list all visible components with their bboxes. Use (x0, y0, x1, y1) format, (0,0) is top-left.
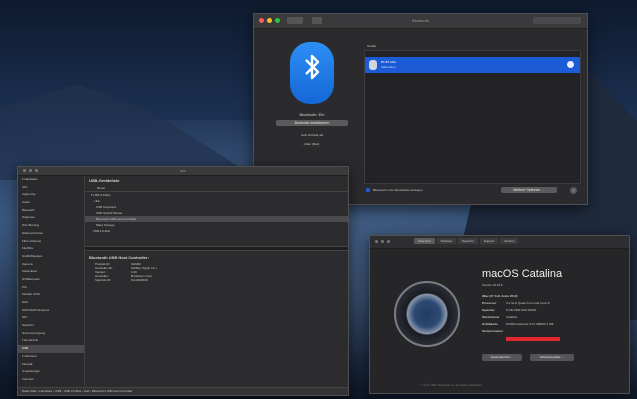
spec-row: Prozessor 3,2 GHz Quad-Core Intel Core i5 (482, 301, 553, 308)
spec-list: iMac (27 Zoll, Ende 2012) Prozessor 3,2 GH… (482, 294, 553, 336)
sidebar-item[interactable]: SATA/SATA Express (18, 307, 84, 315)
bluetooth-toggle-button[interactable]: Bluetooth deaktivieren (276, 120, 348, 126)
device-name: BT-BT-Max (381, 60, 397, 64)
wallpaper-rock (0, 84, 260, 180)
sidebar-item[interactable]: Grafik/Displays (18, 253, 84, 261)
spec-key: Prozessor (482, 301, 497, 305)
spec-row: Seriennummer (482, 329, 553, 336)
spec-key: iMac (27 Zoll, Ende 2012) (482, 294, 518, 298)
spec-value: Catalina (506, 315, 518, 319)
spec-key: Grafikkarte (482, 322, 498, 326)
tab-2[interactable]: Speicher (458, 238, 478, 244)
sidebar-item[interactable]: Kartenleser (18, 268, 84, 276)
detail-row: Standort-ID: 0x14300000 (95, 278, 348, 282)
breadcrumb-text: Daten-Mac › Hardware › USB › USB 3.0-Bus… (22, 389, 133, 393)
sidebar-item[interactable]: NVMExpress (18, 276, 84, 284)
sidebar-item[interactable]: Disc Burning (18, 222, 84, 230)
copyright-footer: ™ und © 1983–2019 Apple Inc. Alle Rechte… (420, 384, 483, 387)
tab-0[interactable]: Übersicht (414, 238, 435, 244)
device-list[interactable]: BT-BT-Max Verbunden (364, 50, 581, 184)
menubar-checkbox[interactable] (366, 188, 370, 192)
zoom-button[interactable] (387, 240, 390, 243)
tree-header: USB-Geräteliste (89, 178, 120, 183)
device-status: Verbunden (381, 65, 396, 69)
detail-value: 0x14300000 (131, 278, 148, 282)
spec-value: 3,2 GHz Quad-Core Intel Core i5 (506, 301, 550, 305)
sidebar-item[interactable]: ▾ Netzwerk (18, 353, 84, 361)
sidebar-item[interactable]: Diagnose (18, 214, 84, 222)
sidebar-item[interactable]: Ethernet-Karten (18, 230, 84, 238)
show-in-menubar-label: Bluetooth in der Menüleiste anzeigen (373, 188, 423, 192)
discoverable-name: „iMac (Max)“ (303, 142, 321, 146)
sidebar-item[interactable]: Volumes (18, 376, 84, 384)
spec-value: 8 GB 1600 MHz DDR3 (506, 308, 537, 312)
spec-row: iMac (27 Zoll, Ende 2012) (482, 294, 553, 301)
sidebar-item[interactable]: Parallel SCSI (18, 291, 84, 299)
tab-3[interactable]: Support (479, 238, 499, 244)
sidebar: ▾ Hardware ATA Apple Pay Audio Bluetooth Diag… (18, 176, 85, 386)
os-version: Version 10.15.2 (482, 283, 503, 287)
tab-1[interactable]: Displays (436, 238, 457, 244)
detail-list: Produkt-ID: 0x8290 Hersteller-ID: 0x05ac (A… (85, 262, 348, 282)
titlebar: iMac (18, 167, 348, 176)
window-title: iMac (179, 169, 187, 173)
detail-title: Bluetooth USB Host Controller: (89, 255, 149, 260)
sidebar-item[interactable]: Bluetooth (18, 207, 84, 215)
sidebar-item[interactable]: Fibre-Channel (18, 238, 84, 246)
breadcrumb: Daten-Mac › Hardware › USB › USB 3.0-Bus… (18, 387, 348, 395)
sidebar-item[interactable]: Audio (18, 199, 84, 207)
headphones-icon (369, 60, 377, 70)
remove-device-icon[interactable] (567, 61, 574, 68)
sidebar-item[interactable]: USB (18, 345, 84, 353)
serial-number-redaction (506, 337, 560, 341)
advanced-button[interactable]: Weitere Optionen … (501, 187, 557, 193)
tree-row[interactable]: USB 2.0-Bus (85, 228, 348, 234)
detail-key: Standort-ID: (95, 278, 112, 282)
system-report-button[interactable]: Systembericht … (482, 354, 522, 361)
spec-key: Startvolume (482, 315, 500, 319)
titlebar: Übersicht Displays Speicher Support Service (370, 236, 629, 249)
devices-header: Geräte (367, 44, 377, 48)
close-button[interactable] (375, 240, 378, 243)
system-information-window: iMac ▾ Hardware ATA Apple Pay Audio Bluetoot… (17, 166, 349, 396)
sidebar-item[interactable]: PCI (18, 284, 84, 292)
software-update-button[interactable]: Softwareupdate … (530, 354, 574, 361)
sidebar-item[interactable]: Firewall (18, 361, 84, 369)
tab-bar: Übersicht Displays Speicher Support Service (414, 238, 519, 244)
sidebar-item[interactable]: SAS (18, 299, 84, 307)
tree-column-header[interactable]: Name (85, 185, 348, 192)
sidebar-item[interactable]: Thunderbolt (18, 337, 84, 345)
main-pane: USB-Geräteliste Name ▾ USB 3.0-Bus Hub U… (85, 176, 348, 386)
spec-row: Startvolume Catalina (482, 315, 553, 322)
usb-tree[interactable]: ▾ USB 3.0-Bus Hub USB Keyboard USB Optic… (85, 192, 348, 246)
sidebar-item[interactable]: Speicher (18, 322, 84, 330)
bluetooth-icon (290, 42, 334, 104)
spec-key: Speicher (482, 308, 495, 312)
titlebar: Bluetooth (254, 14, 587, 29)
sidebar-item[interactable]: FireWire (18, 245, 84, 253)
sidebar-item[interactable]: SPI (18, 314, 84, 322)
spec-row: Grafikkarte NVIDIA GeForce GTX 680MX 2 GB (482, 322, 553, 329)
spec-row: Speicher 8 GB 1600 MHz DDR3 (482, 308, 553, 315)
spec-key: Seriennummer (482, 329, 504, 333)
bluetooth-status: Bluetooth: Ein (299, 112, 325, 117)
about-this-mac-window: Übersicht Displays Speicher Support Service … (369, 235, 630, 394)
minimize-button[interactable] (381, 240, 384, 243)
tab-4[interactable]: Service (500, 238, 519, 244)
device-row[interactable]: BT-BT-Max Verbunden (365, 57, 580, 73)
search-field[interactable] (533, 17, 581, 24)
sidebar-item[interactable]: Stromversorgung (18, 330, 84, 338)
os-name: macOS Catalina (482, 268, 563, 280)
sidebar-item[interactable]: Apple Pay (18, 191, 84, 199)
discoverable-label: Jetzt sichtbar als (300, 133, 324, 137)
help-button[interactable]: ? (570, 187, 577, 194)
macos-catalina-logo (394, 281, 460, 347)
spec-value: NVIDIA GeForce GTX 680MX 2 GB (506, 322, 554, 326)
sidebar-item[interactable]: Umgebungen (18, 368, 84, 376)
sidebar-item[interactable]: Kamera (18, 261, 84, 269)
sidebar-item[interactable]: ATA (18, 184, 84, 192)
sidebar-item[interactable]: ▾ Hardware (18, 176, 84, 184)
